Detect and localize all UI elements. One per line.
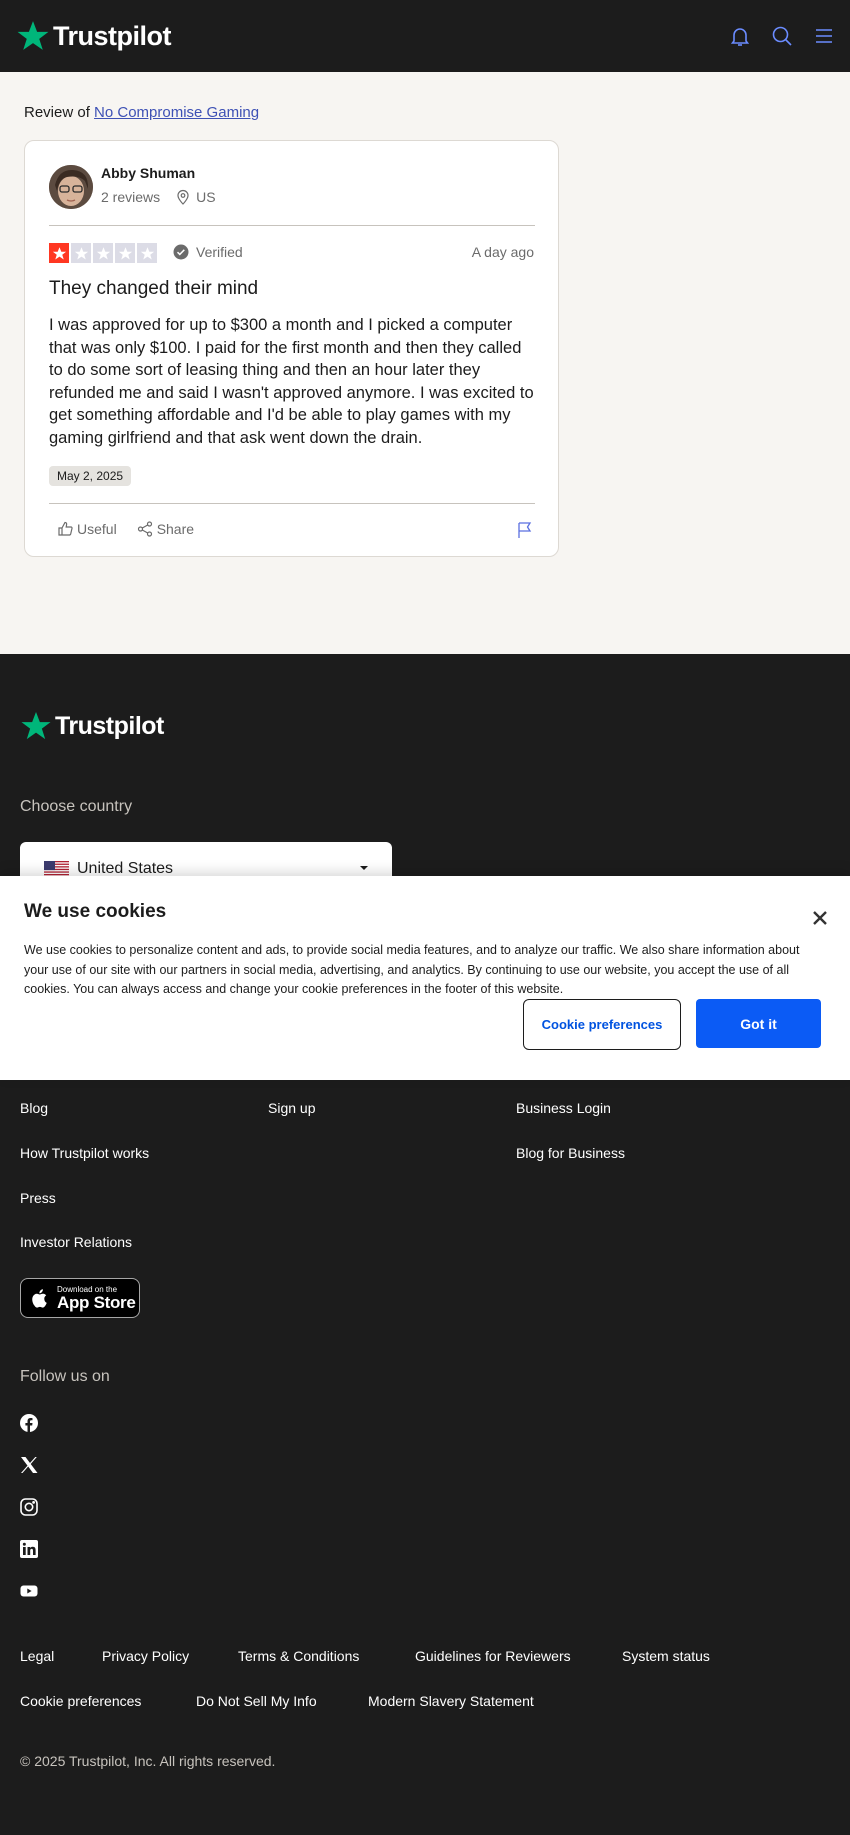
search-icon[interactable] [770,24,794,48]
footer-link-business-login[interactable]: Business Login [516,1100,611,1116]
review-of-line: Review of No Compromise Gaming [24,104,259,121]
cookie-preferences-button[interactable]: Cookie preferences [523,999,681,1050]
author-name[interactable]: Abby Shuman [101,165,195,181]
star-rating [49,243,157,263]
share-icon [137,521,152,537]
trustpilot-star-icon [21,712,51,740]
site-footer: Trustpilot Choose country United States … [0,654,850,1835]
footer-link-privacy-policy[interactable]: Privacy Policy [102,1648,189,1664]
cookie-banner: We use cookies We use cookies to persona… [0,876,850,1080]
star-empty-icon [93,243,113,263]
cookie-banner-title: We use cookies [24,901,167,922]
divider [49,503,535,504]
report-flag-icon[interactable] [516,521,534,539]
footer-link-legal[interactable]: Legal [20,1648,54,1664]
star-filled-icon [49,243,69,263]
experience-date-badge: May 2, 2025 [49,466,132,486]
footer-link-blog-for-business[interactable]: Blog for Business [516,1145,625,1161]
review-card: Abby Shuman 2 reviews US Verified A day … [24,140,559,557]
verified-badge[interactable]: Verified [173,244,243,260]
footer-link-press[interactable]: Press [20,1190,56,1206]
header-actions [728,24,836,48]
site-header: Trustpilot [0,0,850,72]
logo-wordmark: Trustpilot [55,711,164,740]
useful-label: Useful [77,521,117,537]
footer-link-guidelines[interactable]: Guidelines for Reviewers [415,1648,571,1664]
review-time-ago: A day ago [471,244,534,260]
avatar[interactable] [49,165,93,209]
footer-link-investor-relations[interactable]: Investor Relations [20,1234,132,1250]
star-empty-icon [115,243,135,263]
footer-link-how-it-works[interactable]: How Trustpilot works [20,1145,149,1161]
share-label: Share [156,521,195,537]
verified-check-icon [173,244,189,260]
thumbs-up-icon [58,521,73,536]
youtube-icon[interactable] [20,1582,38,1600]
footer-link-do-not-sell[interactable]: Do Not Sell My Info [196,1693,317,1709]
reviews-count: 2 reviews [101,189,161,205]
review-actions: Useful Share [57,521,194,537]
star-empty-icon [71,243,91,263]
review-body: I was approved for up to $300 a month an… [49,316,534,447]
chevron-down-icon [360,866,368,870]
app-store-button[interactable]: Download on the App Store [20,1278,140,1318]
logo-wordmark: Trustpilot [53,20,172,51]
avatar-image [49,165,93,209]
review-title: They changed their mind [49,278,259,299]
menu-icon[interactable] [812,24,836,48]
author-meta: 2 reviews US [101,189,216,205]
footer-link-system-status[interactable]: System status [622,1648,710,1664]
close-icon[interactable] [812,910,828,926]
location-pin-icon [177,189,189,205]
app-store-big-text: App Store [57,1292,136,1312]
review-of-prefix: Review of [24,104,90,121]
verified-label: Verified [196,244,243,260]
trustpilot-star-icon [17,21,49,50]
footer-link-modern-slavery[interactable]: Modern Slavery Statement [368,1693,534,1709]
bell-icon[interactable] [728,24,752,48]
choose-country-heading: Choose country [20,798,133,815]
company-link[interactable]: No Compromise Gaming [94,104,259,121]
divider [49,225,535,226]
trustpilot-logo[interactable]: Trustpilot [16,19,172,53]
author-country: US [196,189,216,205]
facebook-icon[interactable] [20,1414,38,1432]
footer-link-cookie-preferences[interactable]: Cookie preferences [20,1693,141,1709]
footer-trustpilot-logo[interactable]: Trustpilot [20,710,164,742]
x-icon[interactable] [20,1456,38,1474]
footer-link-terms[interactable]: Terms & Conditions [238,1648,359,1664]
review-page-main: Review of No Compromise Gaming Abby Shum… [0,72,850,654]
instagram-icon[interactable] [20,1498,38,1516]
follow-us-heading: Follow us on [20,1368,110,1385]
accept-cookies-button[interactable]: Got it [696,999,821,1048]
apple-icon [32,1289,47,1308]
share-button[interactable]: Share [137,521,194,537]
footer-link-blog[interactable]: Blog [20,1100,48,1116]
copyright-text: © 2025 Trustpilot, Inc. All rights reser… [20,1753,276,1769]
footer-link-sign-up[interactable]: Sign up [268,1100,315,1116]
star-empty-icon [137,243,157,263]
linkedin-icon[interactable] [20,1540,38,1558]
useful-button[interactable]: Useful [57,521,117,537]
cookie-banner-text: We use cookies to personalize content an… [24,943,800,996]
